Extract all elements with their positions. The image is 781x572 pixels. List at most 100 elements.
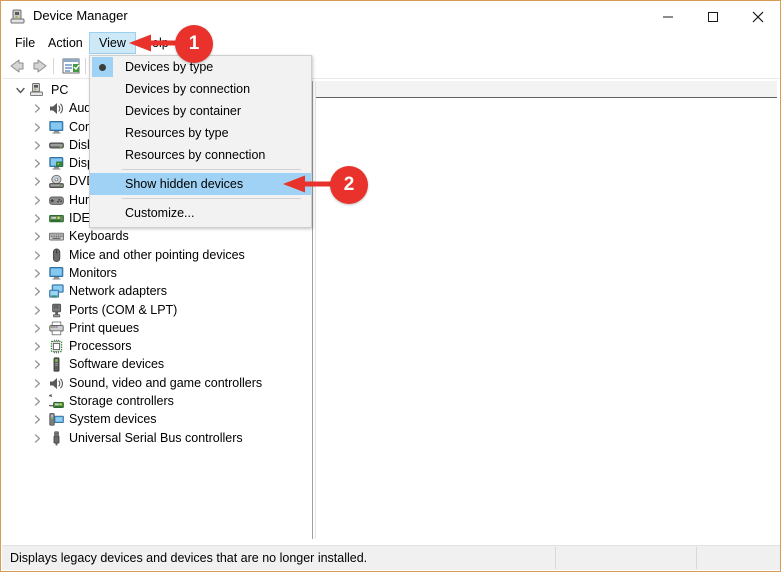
tree-node[interactable]: Storage controllers xyxy=(7,392,312,410)
tree-node-label: PC xyxy=(51,83,69,97)
device-manager-window: Device Manager File Action View Help xyxy=(0,0,781,572)
tree-node-label: Universal Serial Bus controllers xyxy=(69,430,243,445)
menu-item-label: Show hidden devices xyxy=(125,177,244,191)
chevron-right-icon[interactable] xyxy=(29,374,45,392)
status-message: Displays legacy devices and devices that… xyxy=(10,551,368,565)
speaker-icon xyxy=(48,99,65,117)
device-manager-icon xyxy=(10,8,27,25)
chevron-right-icon[interactable] xyxy=(29,191,45,209)
storage-controller-icon xyxy=(48,392,65,410)
chevron-down-icon[interactable] xyxy=(12,81,28,99)
tree-node-label: System devices xyxy=(69,412,157,427)
chevron-right-icon[interactable] xyxy=(29,172,45,190)
chevron-right-icon[interactable] xyxy=(29,410,45,428)
menu-item-customize[interactable]: Customize... xyxy=(90,202,311,224)
menu-item-label: Devices by container xyxy=(125,104,242,118)
ide-controller-icon xyxy=(48,209,65,227)
tree-node[interactable]: Network adapters xyxy=(7,282,312,300)
hid-icon xyxy=(48,191,65,209)
tree-node-label: Print queues xyxy=(69,320,140,335)
port-icon xyxy=(48,301,65,319)
menu-action[interactable]: Action xyxy=(39,32,92,54)
chevron-right-icon[interactable] xyxy=(29,282,45,300)
properties-icon[interactable] xyxy=(60,56,82,76)
menu-item-label: Devices by connection xyxy=(125,82,251,96)
radio-selected-icon xyxy=(92,57,113,77)
menu-item-show-hidden-devices[interactable]: Show hidden devices xyxy=(90,173,311,195)
menu-item-devices-by-connection[interactable]: Devices by connection xyxy=(90,78,311,100)
menu-item-label: Resources by type xyxy=(125,126,229,140)
maximize-button[interactable] xyxy=(690,1,735,32)
menu-item-label: Resources by connection xyxy=(125,148,266,162)
minimize-button[interactable] xyxy=(645,1,690,32)
tree-node[interactable]: System devices xyxy=(7,410,312,428)
toolbar-separator xyxy=(53,58,54,74)
menu-item-resources-by-type[interactable]: Resources by type xyxy=(90,122,311,144)
chevron-right-icon[interactable] xyxy=(29,246,45,264)
chevron-right-icon[interactable] xyxy=(29,118,45,136)
tree-node-label: Mice and other pointing devices xyxy=(69,247,245,262)
back-icon[interactable] xyxy=(6,56,28,76)
tree-node[interactable]: Monitors xyxy=(7,264,312,282)
status-panel-3 xyxy=(697,547,779,569)
tree-node[interactable]: Keyboards xyxy=(7,227,312,245)
tree-node-label: Storage controllers xyxy=(69,394,174,409)
tree-node[interactable]: Universal Serial Bus controllers xyxy=(7,429,312,447)
status-panel-2 xyxy=(556,547,697,569)
menu-separator xyxy=(122,198,301,199)
view-dropdown-menu[interactable]: Devices by type Devices by connection Devi… xyxy=(89,55,312,228)
tree-node-label: Network adapters xyxy=(69,284,167,299)
detail-pane xyxy=(315,81,777,539)
menu-item-label: Customize... xyxy=(125,206,195,220)
chevron-right-icon[interactable] xyxy=(29,136,45,154)
tree-node-label: Ports (COM & LPT) xyxy=(69,302,178,317)
title-bar: Device Manager xyxy=(1,1,780,32)
menu-separator xyxy=(122,169,301,170)
toolbar-separator xyxy=(85,58,86,74)
window-title: Device Manager xyxy=(33,8,128,23)
tree-node[interactable]: Sound, video and game controllers xyxy=(7,374,312,392)
chevron-right-icon[interactable] xyxy=(29,301,45,319)
callout-1: 1 xyxy=(175,25,213,63)
system-device-icon xyxy=(48,410,65,428)
chevron-right-icon[interactable] xyxy=(29,337,45,355)
chevron-right-icon[interactable] xyxy=(29,355,45,373)
tree-node-label: Monitors xyxy=(69,265,117,280)
printer-icon xyxy=(48,319,65,337)
status-panel-message: Displays legacy devices and devices that… xyxy=(3,547,556,569)
chevron-right-icon[interactable] xyxy=(29,429,45,447)
disk-icon xyxy=(48,136,65,154)
processor-icon xyxy=(48,337,65,355)
tree-node-label: Sound, video and game controllers xyxy=(69,375,263,390)
network-adapter-icon xyxy=(48,282,65,300)
forward-icon[interactable] xyxy=(29,56,51,76)
computer-icon xyxy=(29,81,46,99)
callout-2: 2 xyxy=(330,166,368,204)
tree-node[interactable]: Software devices xyxy=(7,355,312,373)
close-button[interactable] xyxy=(735,1,780,32)
menu-item-resources-by-connection[interactable]: Resources by connection xyxy=(90,144,311,166)
status-bar: Displays legacy devices and devices that… xyxy=(2,545,780,570)
chevron-right-icon[interactable] xyxy=(29,209,45,227)
menu-bar: File Action View Help xyxy=(1,32,780,54)
tree-node-label: Processors xyxy=(69,339,132,354)
tree-node[interactable]: Ports (COM & LPT) xyxy=(7,301,312,319)
chevron-right-icon[interactable] xyxy=(29,99,45,117)
detail-header xyxy=(316,81,777,98)
dvd-icon xyxy=(48,172,65,190)
display-adapter-icon xyxy=(48,154,65,172)
chevron-right-icon[interactable] xyxy=(29,154,45,172)
chevron-right-icon[interactable] xyxy=(29,392,45,410)
monitor-icon xyxy=(48,264,65,282)
tree-node-label: Software devices xyxy=(69,357,165,372)
software-device-icon xyxy=(48,355,65,373)
tree-node[interactable]: Mice and other pointing devices xyxy=(7,246,312,264)
chevron-right-icon[interactable] xyxy=(29,319,45,337)
mouse-icon xyxy=(48,246,65,264)
tree-node[interactable]: Print queues xyxy=(7,319,312,337)
keyboard-icon xyxy=(48,227,65,245)
chevron-right-icon[interactable] xyxy=(29,264,45,282)
tree-node[interactable]: Processors xyxy=(7,337,312,355)
chevron-right-icon[interactable] xyxy=(29,227,45,245)
menu-item-devices-by-container[interactable]: Devices by container xyxy=(90,100,311,122)
